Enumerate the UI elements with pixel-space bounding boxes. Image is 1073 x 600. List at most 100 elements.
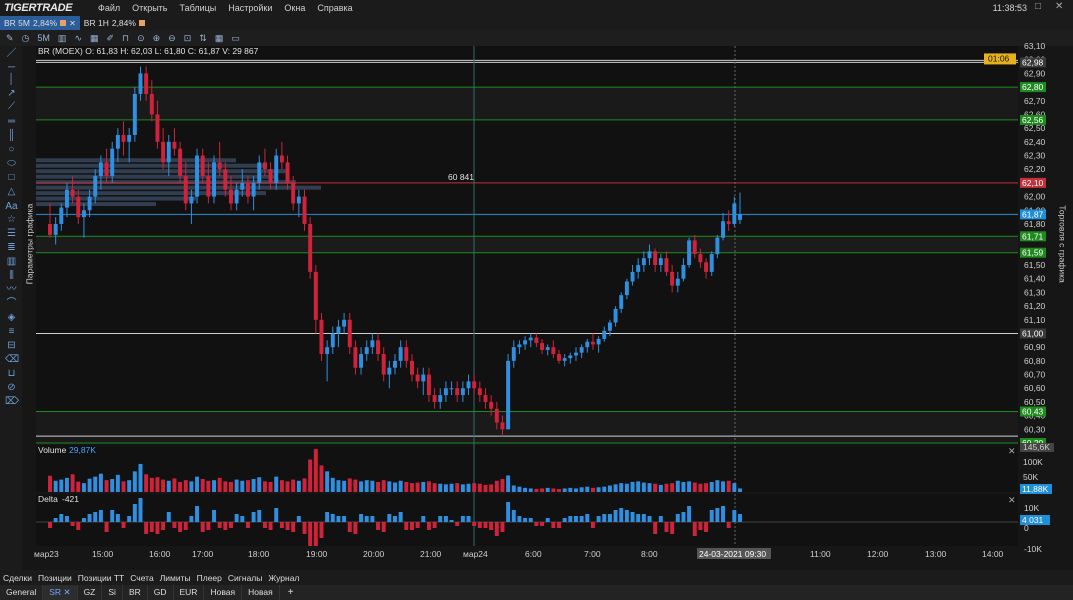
tab-journal[interactable]: Журнал: [265, 573, 302, 583]
volume-bar: [195, 476, 200, 492]
volume-bar: [551, 488, 556, 492]
candle-body: [64, 189, 69, 208]
sheet-tab-gz[interactable]: GZ: [78, 585, 103, 600]
close-tab-icon[interactable]: ✕: [63, 587, 70, 597]
volume-bar: [149, 477, 154, 492]
volume-bar: [664, 483, 669, 492]
volume-bar: [517, 486, 522, 492]
volume-bar: [653, 483, 658, 492]
sheet-tab-gd[interactable]: GD: [148, 585, 174, 600]
candle-body: [630, 271, 635, 282]
candle-body: [178, 148, 183, 177]
delta-bar: [132, 504, 137, 522]
candle-body: [291, 182, 296, 204]
sheet-tab-eur[interactable]: EUR: [174, 585, 205, 600]
delta-bar: [234, 514, 239, 522]
candle-body: [545, 347, 550, 350]
delta-bar: [523, 518, 528, 522]
volume-panel-bg: [36, 445, 1018, 492]
price-chart[interactable]: 63,1063,0062,9062,8062,7062,6062,5062,40…: [0, 0, 1073, 600]
volume-bar: [534, 489, 539, 492]
sheet-tab-si[interactable]: Si: [102, 585, 123, 600]
bottom-panel-tabs: Сделки Позиции Позиции ТТ Счета Лимиты П…: [0, 570, 1073, 585]
volume-bar: [455, 483, 460, 492]
tab-accounts[interactable]: Счета: [127, 573, 156, 583]
tab-positions[interactable]: Позиции: [35, 573, 75, 583]
volume-bar: [308, 459, 313, 492]
volume-bar: [178, 481, 183, 492]
delta-bar: [641, 514, 646, 522]
add-tab-icon[interactable]: +: [280, 587, 302, 598]
candle-body: [336, 326, 341, 334]
tab-player[interactable]: Плеер: [194, 573, 225, 583]
candle-body: [579, 347, 584, 353]
volume-bar: [64, 477, 69, 492]
delta-bar: [557, 522, 561, 528]
volume-bar: [364, 480, 369, 492]
delta-bar: [245, 522, 250, 528]
tab-deals[interactable]: Сделки: [0, 573, 35, 583]
price-tick-label: 62,20: [1024, 164, 1046, 174]
candle-body: [687, 240, 692, 266]
volume-tick-label: 50K: [1023, 472, 1038, 482]
candle-body: [404, 347, 409, 361]
volume-bar: [393, 482, 397, 492]
delta-bar: [376, 522, 381, 530]
sheet-tab-br[interactable]: BR: [123, 585, 148, 600]
delta-bar: [70, 522, 75, 526]
price-tick-label: 63,10: [1024, 41, 1046, 51]
volume-bar: [330, 477, 335, 492]
volume-bar: [511, 485, 516, 492]
volume-bar: [641, 482, 646, 492]
delta-bar: [455, 522, 460, 526]
candle-body: [562, 358, 567, 361]
volume-bar: [251, 479, 256, 492]
candle-body: [438, 395, 443, 402]
volume-bar: [183, 480, 188, 492]
delta-bar: [585, 514, 590, 522]
candle-body: [195, 155, 200, 197]
candle-body: [670, 271, 675, 286]
delta-bar: [217, 522, 222, 528]
tab-signals[interactable]: Сигналы: [225, 573, 265, 583]
volume-bar: [596, 487, 601, 492]
candle-body: [636, 265, 641, 272]
volume-bar: [421, 481, 426, 492]
sheet-tab-new-1[interactable]: Новая: [204, 585, 243, 600]
candle-body: [540, 343, 545, 350]
delta-bar: [653, 522, 658, 534]
volume-bar: [726, 480, 731, 492]
candle-body: [568, 355, 573, 359]
delta-bar: [738, 514, 742, 522]
volume-bar: [70, 474, 75, 492]
volume-tick-label: 145,6K: [1023, 442, 1050, 452]
candle-body: [534, 337, 539, 344]
volume-bar: [206, 480, 211, 492]
candle-body: [647, 251, 652, 259]
ohlc-info: BR (MOEX) O: 61,83 H: 62,03 L: 61,80 C: …: [38, 46, 259, 56]
candle-body: [523, 340, 528, 345]
delta-bar: [178, 522, 183, 532]
delta-bar: [726, 522, 731, 528]
candle-body: [138, 73, 143, 94]
candle-body: [229, 189, 233, 204]
volume-bar: [472, 483, 477, 492]
candle-body: [115, 134, 120, 149]
volume-profile-bar: [36, 202, 156, 207]
tab-limits[interactable]: Лимиты: [157, 573, 194, 583]
candle-body: [59, 207, 64, 224]
delta-bar: [681, 512, 686, 522]
candle-body: [183, 176, 188, 204]
tab-positions-tt[interactable]: Позиции ТТ: [75, 573, 128, 583]
sheet-tab-new-2[interactable]: Новая: [242, 585, 280, 600]
sheet-tab-sr[interactable]: SR ✕: [43, 585, 78, 600]
sheet-tab-general[interactable]: General: [0, 585, 44, 600]
candle-body: [313, 271, 318, 320]
candle-body: [81, 210, 86, 218]
candle-body: [189, 196, 194, 204]
volume-panel-title: Volume: [38, 445, 67, 455]
delta-bar: [104, 522, 109, 532]
price-level-tag-label: 60,43: [1022, 407, 1044, 417]
volume-bar: [607, 485, 612, 492]
delta-tick-label: -10K: [1024, 544, 1042, 554]
